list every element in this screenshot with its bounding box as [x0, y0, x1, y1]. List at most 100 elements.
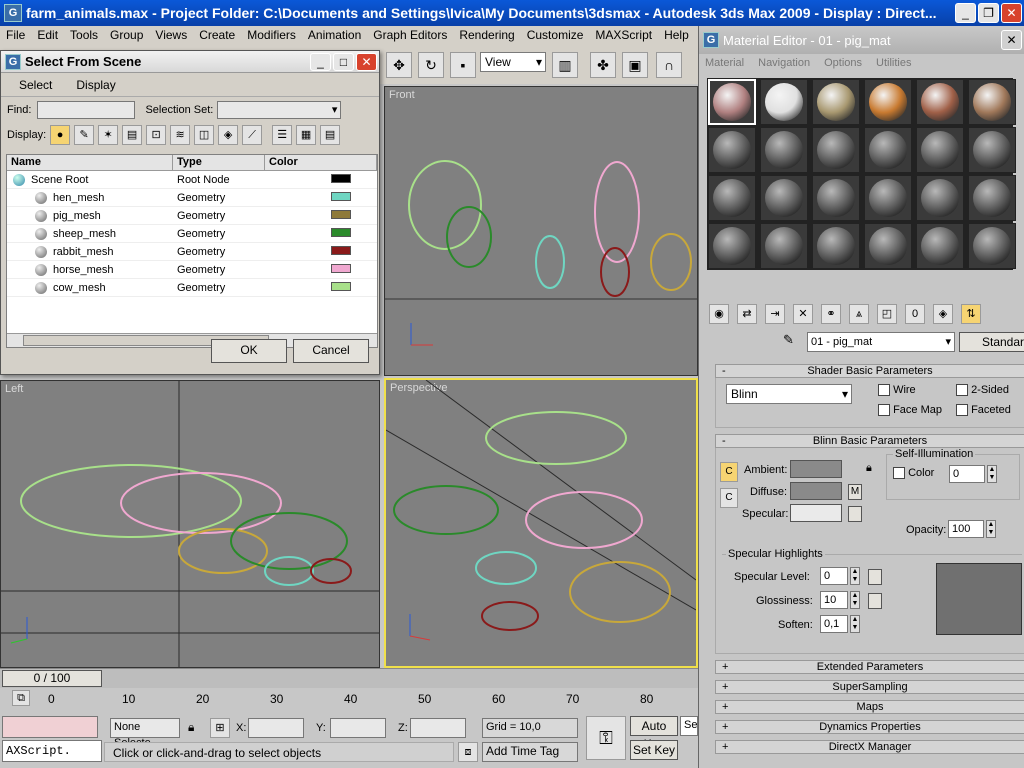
specular-level-map-button[interactable]: [868, 569, 882, 585]
set-key-button[interactable]: Set Key: [630, 740, 678, 760]
close-icon[interactable]: ✕: [1001, 3, 1022, 23]
reset-material-icon[interactable]: ✕: [793, 304, 813, 324]
material-slot[interactable]: [916, 175, 964, 221]
light-filter-icon[interactable]: ✶: [98, 125, 119, 145]
shader-dropdown[interactable]: Blinn ▾: [726, 384, 852, 404]
face-map-checkbox[interactable]: [878, 404, 890, 417]
rotate-icon[interactable]: ↻: [418, 52, 444, 78]
helper-filter-icon[interactable]: ⊡: [146, 125, 167, 145]
material-slot[interactable]: [708, 175, 756, 221]
specular-level-spinner[interactable]: ▲ ▼: [850, 567, 860, 585]
glossiness-spinner[interactable]: ▲ ▼: [850, 591, 860, 609]
unique-icon[interactable]: ⩓: [849, 304, 869, 324]
opacity-field[interactable]: 100: [948, 520, 984, 538]
menu-utilities[interactable]: Utilities: [876, 57, 911, 69]
table-row[interactable]: sheep_mesh Geometry: [7, 225, 377, 243]
table-row[interactable]: cow_mesh Geometry: [7, 279, 377, 297]
column-color[interactable]: Color: [265, 155, 377, 171]
timeline-ruler[interactable]: ⧉ 0 10 20 30 40 50 60 70 80: [0, 688, 698, 708]
time-slider-thumb[interactable]: 0 / 100: [2, 670, 102, 687]
faceted-option[interactable]: Faceted: [956, 404, 1011, 417]
maxscript-listener-input[interactable]: AXScript.: [2, 740, 102, 762]
material-slot[interactable]: [812, 79, 860, 125]
box-icon[interactable]: ▣: [622, 52, 648, 78]
table-row[interactable]: horse_mesh Geometry: [7, 261, 377, 279]
detail-view-icon[interactable]: ▦: [296, 125, 317, 145]
spacewarp-filter-icon[interactable]: ≋: [170, 125, 191, 145]
material-slot[interactable]: [968, 175, 1016, 221]
material-slot[interactable]: [968, 127, 1016, 173]
glossiness-field[interactable]: 10: [820, 591, 848, 609]
menu-customize[interactable]: Customize: [521, 28, 590, 42]
menu-navigation[interactable]: Navigation: [758, 57, 810, 69]
menu-tools[interactable]: Tools: [64, 28, 104, 42]
find-input[interactable]: [37, 101, 136, 119]
dialog-menu-display[interactable]: Display: [76, 78, 115, 92]
material-slot[interactable]: [968, 223, 1016, 269]
pivot-icon[interactable]: ▥: [552, 52, 578, 78]
camera-filter-icon[interactable]: ▤: [122, 125, 143, 145]
assign-material-icon[interactable]: ⇥: [765, 304, 785, 324]
glossiness-map-button[interactable]: [868, 593, 882, 609]
faceted-checkbox[interactable]: [956, 404, 968, 417]
rollout-supersampling[interactable]: + SuperSampling: [715, 680, 1024, 694]
key-icon[interactable]: ⚿: [586, 716, 626, 760]
menu-maxscript[interactable]: MAXScript: [589, 28, 658, 42]
rollout-directx-manager[interactable]: + DirectX Manager: [715, 740, 1024, 754]
selection-lock-icon[interactable]: 🔒︎: [188, 720, 194, 735]
material-slot[interactable]: [916, 223, 964, 269]
time-slider-track[interactable]: 0 / 100: [0, 668, 698, 688]
close-icon[interactable]: ✕: [356, 53, 377, 71]
z-coordinate-field[interactable]: [410, 718, 466, 738]
menu-rendering[interactable]: Rendering: [453, 28, 520, 42]
maxscript-listener-top[interactable]: [2, 716, 98, 738]
self-illum-color-checkbox[interactable]: [893, 467, 905, 480]
ambient-color-swatch[interactable]: [790, 460, 842, 478]
rollout-dynamics-properties[interactable]: + Dynamics Properties: [715, 720, 1024, 734]
move-icon[interactable]: ✥: [386, 52, 412, 78]
menu-group[interactable]: Group: [104, 28, 149, 42]
viewport-perspective[interactable]: Perspective: [384, 378, 698, 668]
scale-icon[interactable]: ▪: [450, 52, 476, 78]
material-slot[interactable]: [760, 223, 808, 269]
material-slot[interactable]: [916, 127, 964, 173]
show-end-result-icon[interactable]: ⇅: [961, 304, 981, 324]
select-and-link-icon[interactable]: ✤: [590, 52, 616, 78]
app-icon[interactable]: G: [4, 4, 22, 22]
material-slot[interactable]: [708, 127, 756, 173]
column-type[interactable]: Type: [173, 155, 265, 171]
copy-material-icon[interactable]: ⚭: [821, 304, 841, 324]
material-slot[interactable]: [812, 127, 860, 173]
material-library-icon[interactable]: ◰: [877, 304, 897, 324]
get-material-icon[interactable]: ◉: [709, 304, 729, 324]
ok-button[interactable]: OK: [211, 339, 287, 363]
selected-filter-field[interactable]: Se: [680, 716, 698, 736]
shader-rollout-header[interactable]: - Shader Basic Parameters: [715, 364, 1024, 378]
hierarchy-view-icon[interactable]: ▤: [320, 125, 341, 145]
blinn-rollout-header[interactable]: - Blinn Basic Parameters: [715, 434, 1024, 448]
rollout-extended-parameters[interactable]: + Extended Parameters: [715, 660, 1024, 674]
self-illum-color-option[interactable]: Color: [893, 467, 934, 480]
viewport-front[interactable]: Front: [384, 86, 698, 376]
add-time-tag-field[interactable]: Add Time Tag: [482, 742, 578, 762]
table-row[interactable]: pig_mesh Geometry: [7, 207, 377, 225]
wire-checkbox[interactable]: [878, 384, 890, 397]
diffuse-map-button[interactable]: M: [848, 484, 862, 500]
table-row[interactable]: Scene Root Root Node: [7, 171, 377, 189]
material-slot[interactable]: [760, 175, 808, 221]
table-row[interactable]: rabbit_mesh Geometry: [7, 243, 377, 261]
opacity-spinner[interactable]: ▲ ▼: [986, 520, 996, 538]
material-slot[interactable]: [864, 127, 912, 173]
soften-spinner[interactable]: ▲ ▼: [850, 615, 860, 633]
maximize-icon[interactable]: □: [333, 53, 354, 71]
auto-key-button[interactable]: Auto Key: [630, 716, 678, 751]
viewport-left[interactable]: Left: [0, 380, 380, 668]
time-tag-icon[interactable]: ⧈: [458, 742, 478, 762]
menu-views[interactable]: Views: [149, 28, 193, 42]
y-coordinate-field[interactable]: [330, 718, 386, 738]
specular-level-field[interactable]: 0: [820, 567, 848, 585]
face-map-option[interactable]: Face Map: [878, 404, 942, 417]
cancel-button[interactable]: Cancel: [293, 339, 369, 363]
reference-coordinate-dropdown[interactable]: View ▾: [480, 52, 546, 72]
trackbar-icon[interactable]: ⧉: [12, 690, 30, 706]
